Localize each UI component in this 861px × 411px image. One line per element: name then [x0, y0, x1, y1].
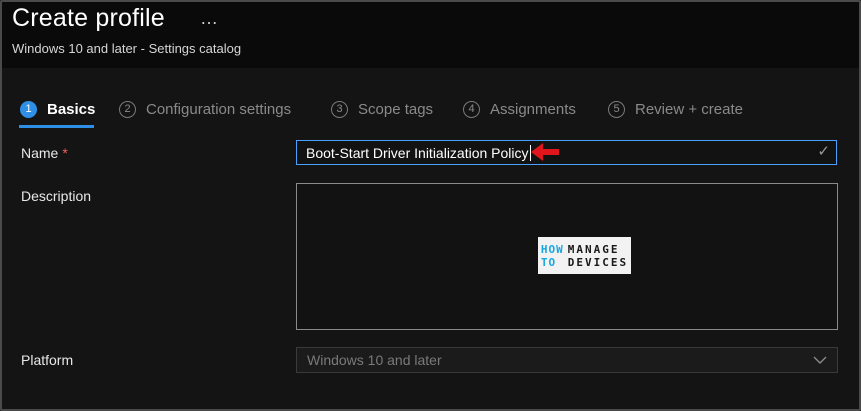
active-tab-indicator	[19, 125, 94, 128]
tab-review-create-label: Review + create	[635, 100, 743, 118]
page-title: Create profile	[12, 4, 165, 32]
check-icon: ✓	[817, 143, 830, 160]
logo-manage: MANAGE	[567, 242, 620, 256]
tab-configuration-settings-label: Configuration settings	[146, 100, 292, 118]
howtomanagedevices-logo: HOW TO MANAGE DEVICES	[538, 237, 631, 274]
create-profile-panel: Create profile … Windows 10 and later - …	[0, 0, 861, 411]
logo-to: TO	[540, 255, 557, 269]
tab-assignments-number: 4	[463, 100, 480, 118]
arrow-icon	[531, 143, 559, 161]
tab-basics[interactable]: 1 Basics	[20, 94, 95, 124]
logo-devices: DEVICES	[567, 255, 629, 269]
platform-label: Platform	[21, 352, 74, 368]
tab-scope-tags-number: 3	[331, 100, 348, 118]
chevron-down-icon	[813, 356, 827, 364]
tab-assignments-label: Assignments	[490, 100, 576, 118]
page-subtitle: Windows 10 and later - Settings catalog	[12, 41, 242, 56]
name-input-value: Boot-Start Driver Initialization Policy	[306, 144, 529, 161]
tab-configuration-settings-number: 2	[119, 100, 136, 118]
description-label: Description	[21, 188, 92, 204]
name-label-text: Name	[21, 145, 59, 161]
logo-how: HOW	[540, 242, 564, 256]
tab-basics-number: 1	[20, 100, 37, 118]
platform-dropdown[interactable]: Windows 10 and later	[296, 347, 838, 373]
tab-assignments[interactable]: 4 Assignments	[463, 94, 576, 124]
more-icon[interactable]: …	[200, 8, 219, 29]
tab-review-create[interactable]: 5 Review + create	[608, 94, 743, 124]
tab-scope-tags-label: Scope tags	[358, 100, 434, 118]
tab-configuration-settings[interactable]: 2 Configuration settings	[119, 94, 291, 124]
platform-value: Windows 10 and later	[307, 352, 442, 368]
required-marker: *	[62, 145, 68, 161]
tab-scope-tags[interactable]: 3 Scope tags	[331, 94, 433, 124]
tab-review-create-number: 5	[608, 100, 625, 118]
header: Create profile … Windows 10 and later - …	[2, 2, 859, 68]
tab-basics-label: Basics	[47, 100, 96, 118]
name-label: Name *	[21, 145, 68, 161]
wizard-tabs: 1 Basics 2 Configuration settings 3 Scop…	[2, 94, 859, 130]
